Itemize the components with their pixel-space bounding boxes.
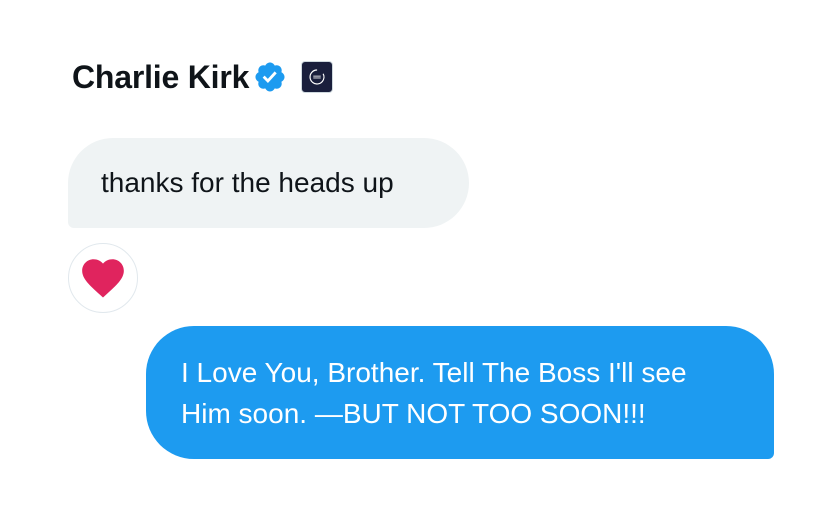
- message-reaction[interactable]: [68, 243, 138, 313]
- heart-icon: [82, 259, 124, 298]
- received-message-text: thanks for the heads up: [101, 167, 394, 199]
- received-message-bubble[interactable]: thanks for the heads up: [68, 138, 469, 228]
- sent-message-bubble[interactable]: I Love You, Brother. Tell The Boss I'll …: [146, 326, 774, 459]
- sender-name[interactable]: Charlie Kirk: [72, 61, 249, 93]
- verified-badge-icon[interactable]: [253, 60, 287, 94]
- sent-message-text: I Love You, Brother. Tell The Boss I'll …: [181, 357, 687, 429]
- organization-affiliate-badge-icon[interactable]: [301, 61, 334, 93]
- conversation-header: Charlie Kirk: [72, 56, 334, 98]
